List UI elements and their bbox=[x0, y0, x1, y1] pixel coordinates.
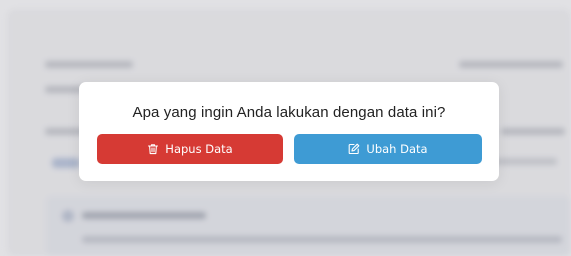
dialog-title: Apa yang ingin Anda lakukan dengan data … bbox=[132, 104, 446, 121]
delete-button-label: Hapus Data bbox=[165, 142, 233, 156]
edit-icon bbox=[348, 143, 360, 155]
edit-data-button[interactable]: Ubah Data bbox=[294, 134, 482, 164]
delete-data-button[interactable]: Hapus Data bbox=[97, 134, 283, 164]
screen: Apa yang ingin Anda lakukan dengan data … bbox=[0, 0, 571, 256]
trash-icon bbox=[147, 143, 159, 155]
edit-button-label: Ubah Data bbox=[366, 142, 428, 156]
action-dialog: Apa yang ingin Anda lakukan dengan data … bbox=[79, 82, 499, 181]
